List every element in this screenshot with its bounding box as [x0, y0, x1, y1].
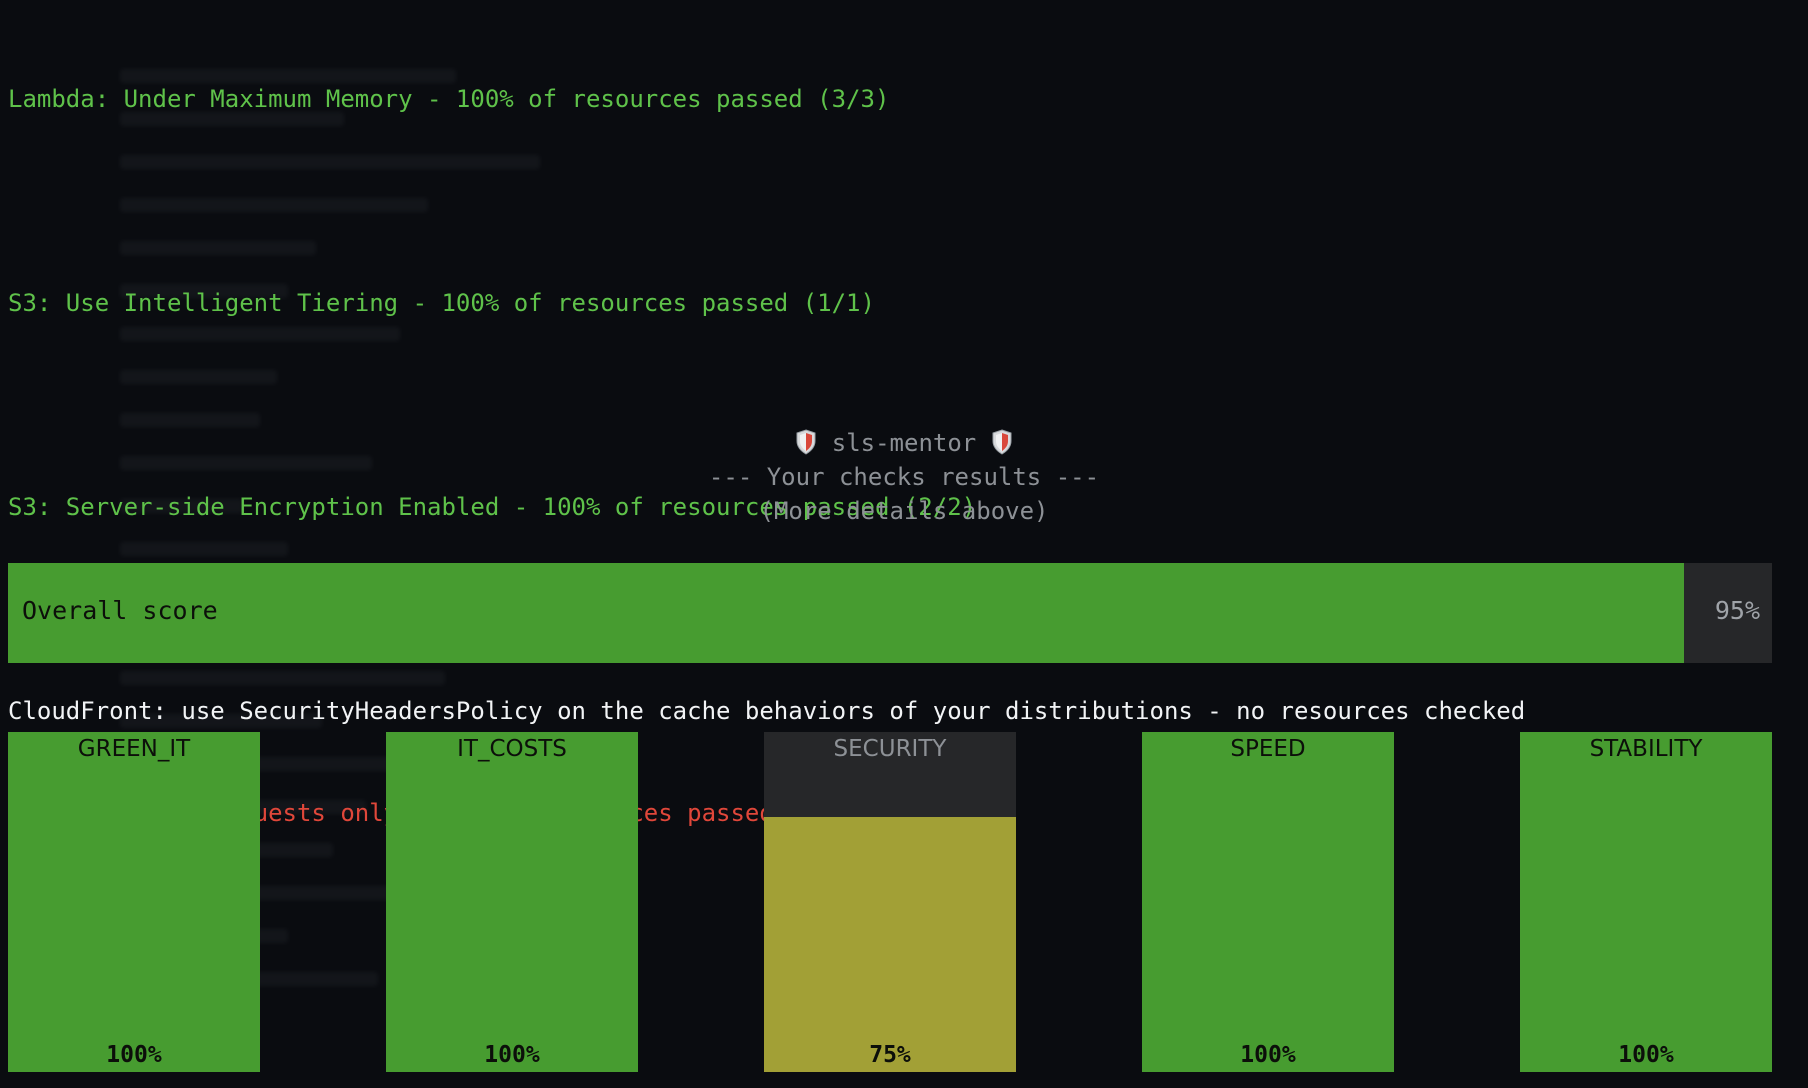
shield-icon: [992, 429, 1012, 455]
overall-score-bar: Overall score 95%: [8, 563, 1772, 663]
overall-score-value: 95%: [1714, 596, 1760, 625]
category-value: 100%: [1240, 1042, 1296, 1068]
banner-subtitle: --- Your checks results ---: [708, 463, 1100, 491]
check-line-lambda-memory: Lambda: Under Maximum Memory - 100% of r…: [8, 85, 890, 113]
category-fill: [1142, 732, 1394, 1072]
category-green-it: GREEN_IT 100%: [8, 732, 260, 1072]
category-title: GREEN_IT: [77, 736, 191, 762]
category-title: IT_COSTS: [457, 736, 567, 762]
category-value: 75%: [869, 1042, 911, 1068]
category-fill: [386, 732, 638, 1072]
category-stability: STABILITY 100%: [1520, 732, 1772, 1072]
category-fill: [1520, 732, 1772, 1072]
category-value: 100%: [1618, 1042, 1674, 1068]
category-scores: GREEN_IT 100% IT_COSTS 100% SECURITY 75%…: [8, 732, 1772, 1072]
category-title: SPEED: [1230, 736, 1306, 762]
shield-icon: [796, 429, 816, 455]
banner-note: (More details above): [759, 497, 1049, 525]
category-value: 100%: [484, 1042, 540, 1068]
category-fill: [8, 732, 260, 1072]
category-speed: SPEED 100%: [1142, 732, 1394, 1072]
check-line-s3-tiering: S3: Use Intelligent Tiering - 100% of re…: [8, 289, 875, 317]
category-it-costs: IT_COSTS 100%: [386, 732, 638, 1072]
category-fill: [764, 817, 1016, 1072]
banner-title-row: sls-mentor: [0, 426, 1808, 460]
category-security: SECURITY 75%: [764, 732, 1016, 1072]
category-title: STABILITY: [1589, 736, 1703, 762]
check-line-cloudfront-headers: CloudFront: use SecurityHeadersPolicy on…: [8, 697, 1526, 725]
category-title: SECURITY: [833, 736, 947, 762]
category-value: 100%: [106, 1042, 162, 1068]
overall-score-label: Overall score: [22, 596, 218, 625]
banner-title: sls-mentor: [831, 429, 977, 457]
overall-score-fill: [8, 563, 1684, 663]
